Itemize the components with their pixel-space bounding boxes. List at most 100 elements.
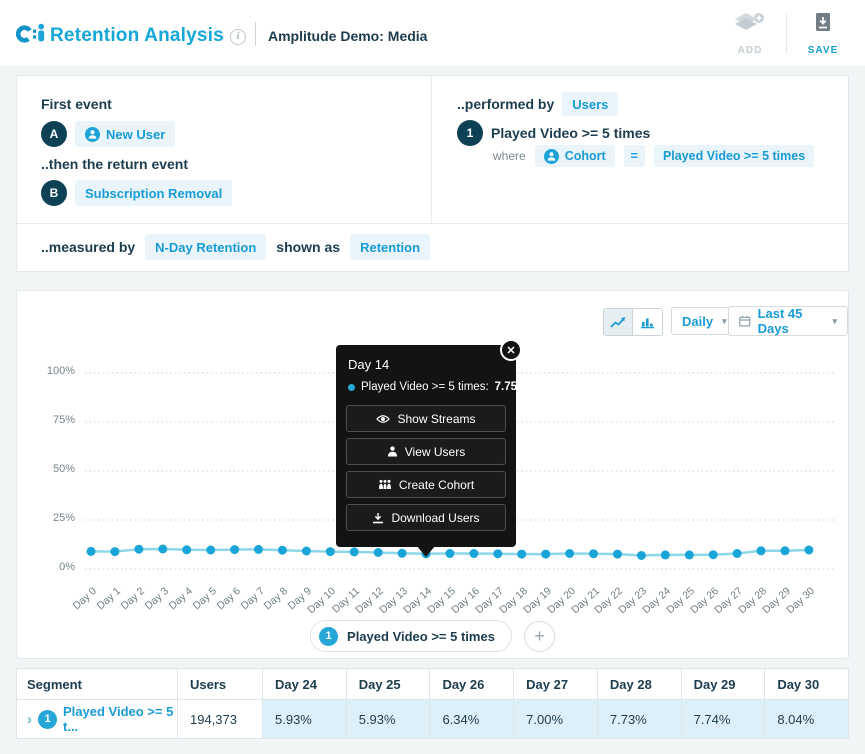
data-point-day-17[interactable] [493,549,502,558]
bar-chart-toggle-button[interactable] [633,309,662,335]
shown-as-label: shown as [276,239,340,255]
data-point-day-28[interactable] [757,546,766,555]
data-point-day-23[interactable] [637,551,646,560]
data-point-day-18[interactable] [517,550,526,559]
return-event-value: Subscription Removal [85,186,222,201]
segment-cell[interactable]: › 1 Played Video >= 5 t... [17,700,178,738]
legend-row: 1 Played Video >= 5 times + [17,619,848,653]
data-point-day-27[interactable] [733,549,742,558]
cohort-circle-icon [544,149,559,164]
data-point-day-8[interactable] [278,546,287,555]
retention-table: Segment Users Day 24Day 25Day 26Day 27Da… [16,668,849,739]
first-event-label: First event [41,96,112,112]
table-header-day-28: Day 28 [598,669,682,699]
data-point-day-25[interactable] [685,550,694,559]
data-point-day-0[interactable] [87,547,96,556]
view-users-button[interactable]: View Users [346,438,506,465]
download-users-button[interactable]: Download Users [346,504,506,531]
data-point-day-20[interactable] [565,549,574,558]
data-point-day-9[interactable] [302,547,311,556]
data-point-day-19[interactable] [541,550,550,559]
expand-chevron-icon[interactable]: › [27,712,32,727]
create-cohort-button[interactable]: Create Cohort [346,471,506,498]
data-point-day-5[interactable] [206,546,215,555]
table-header-day-24: Day 24 [263,669,347,699]
tooltip-series-row: Played Video >= 5 times: 7.75% [348,381,506,393]
series-dot-icon [348,384,355,391]
amplitude-logo-icon [16,19,46,49]
first-event-value: New User [106,127,165,142]
data-point-day-11[interactable] [350,547,359,556]
data-point-day-24[interactable] [661,550,670,559]
where-value: Played Video >= 5 times [663,149,805,163]
where-value-chip[interactable]: Played Video >= 5 times [654,145,814,167]
legend-series-pill[interactable]: 1 Played Video >= 5 times [310,620,512,652]
add-button[interactable]: ADD [724,12,776,56]
date-range-value: Last 45 Days [758,306,824,336]
data-point-day-21[interactable] [589,549,598,558]
save-button[interactable]: SAVE [797,12,849,56]
retention-value-cell: 7.73% [598,700,682,738]
data-point-day-16[interactable] [469,549,478,558]
view-users-label: View Users [405,445,465,459]
date-range-dropdown[interactable]: Last 45 Days ▾ [728,306,848,336]
event-badge-b: B [41,180,67,206]
tooltip-close-button[interactable]: ✕ [500,339,522,361]
retention-value-cell: 5.93% [263,700,347,738]
definition-horizontal-divider [17,223,848,224]
data-point-day-1[interactable] [110,547,119,556]
interval-value: Daily [682,314,713,329]
table-header-row: Segment Users Day 24Day 25Day 26Day 27Da… [17,669,848,700]
app-header: Retention Analysis i Amplitude Demo: Med… [0,0,865,66]
performed-by-label: ..performed by [457,96,554,112]
event-badge-a: A [41,121,67,147]
data-point-day-22[interactable] [613,550,622,559]
data-point-day-13[interactable] [398,549,407,558]
performed-by-chip[interactable]: Users [562,92,618,116]
row-segment-name: Played Video >= 5 t... [63,704,177,734]
retention-value-cell: 5.93% [347,700,431,738]
data-point-day-26[interactable] [709,550,718,559]
y-axis-label: 0% [29,561,75,573]
bar-chart-icon [640,316,655,329]
info-icon[interactable]: i [230,29,246,45]
return-event-chip[interactable]: Subscription Removal [75,180,232,206]
add-series-button[interactable]: + [524,621,555,652]
data-point-day-3[interactable] [158,545,167,554]
tooltip-pointer [417,546,435,557]
show-streams-button[interactable]: Show Streams [346,405,506,432]
data-point-day-15[interactable] [445,549,454,558]
data-point-day-29[interactable] [781,546,790,555]
where-property-chip[interactable]: Cohort [535,145,615,167]
measured-by-chip[interactable]: N-Day Retention [145,234,266,260]
where-operator-chip[interactable]: = [624,145,645,167]
data-point-day-4[interactable] [182,545,191,554]
y-axis-label: 25% [29,512,75,524]
header-actions: ADD SAVE [724,12,849,56]
data-point-day-30[interactable] [804,546,813,555]
where-property: Cohort [565,149,606,163]
shown-as-chip[interactable]: Retention [350,234,430,260]
data-point-day-6[interactable] [230,545,239,554]
table-row[interactable]: › 1 Played Video >= 5 t... 194,373 5.93%… [17,700,848,738]
close-icon: ✕ [506,344,515,357]
line-chart-toggle-button[interactable] [604,309,633,335]
performed-by-value: Users [572,97,608,112]
table-header-day-30: Day 30 [765,669,848,699]
data-point-day-12[interactable] [374,548,383,557]
download-users-label: Download Users [391,511,479,525]
legend-series-label: Played Video >= 5 times [347,629,495,644]
line-chart-icon [610,316,626,329]
first-event-chip[interactable]: New User [75,121,175,147]
project-name: Amplitude Demo: Media [268,28,427,44]
data-point-day-2[interactable] [134,545,143,554]
title-divider [255,22,256,46]
group-icon [378,479,392,490]
page-title: Retention Analysis [50,25,224,47]
data-point-day-7[interactable] [254,545,263,554]
users-cell: 194,373 [178,700,263,738]
definition-vertical-divider [431,76,432,223]
data-point-day-10[interactable] [326,547,335,556]
y-axis-label: 50% [29,463,75,475]
y-axis-label: 100% [29,365,75,377]
